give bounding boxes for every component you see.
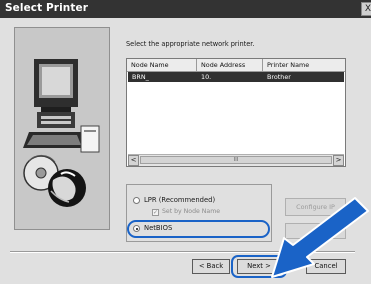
pointer-arrow-icon [271,197,369,278]
select-printer-dialog: Select Printer X Select the appropriate … [0,0,371,284]
